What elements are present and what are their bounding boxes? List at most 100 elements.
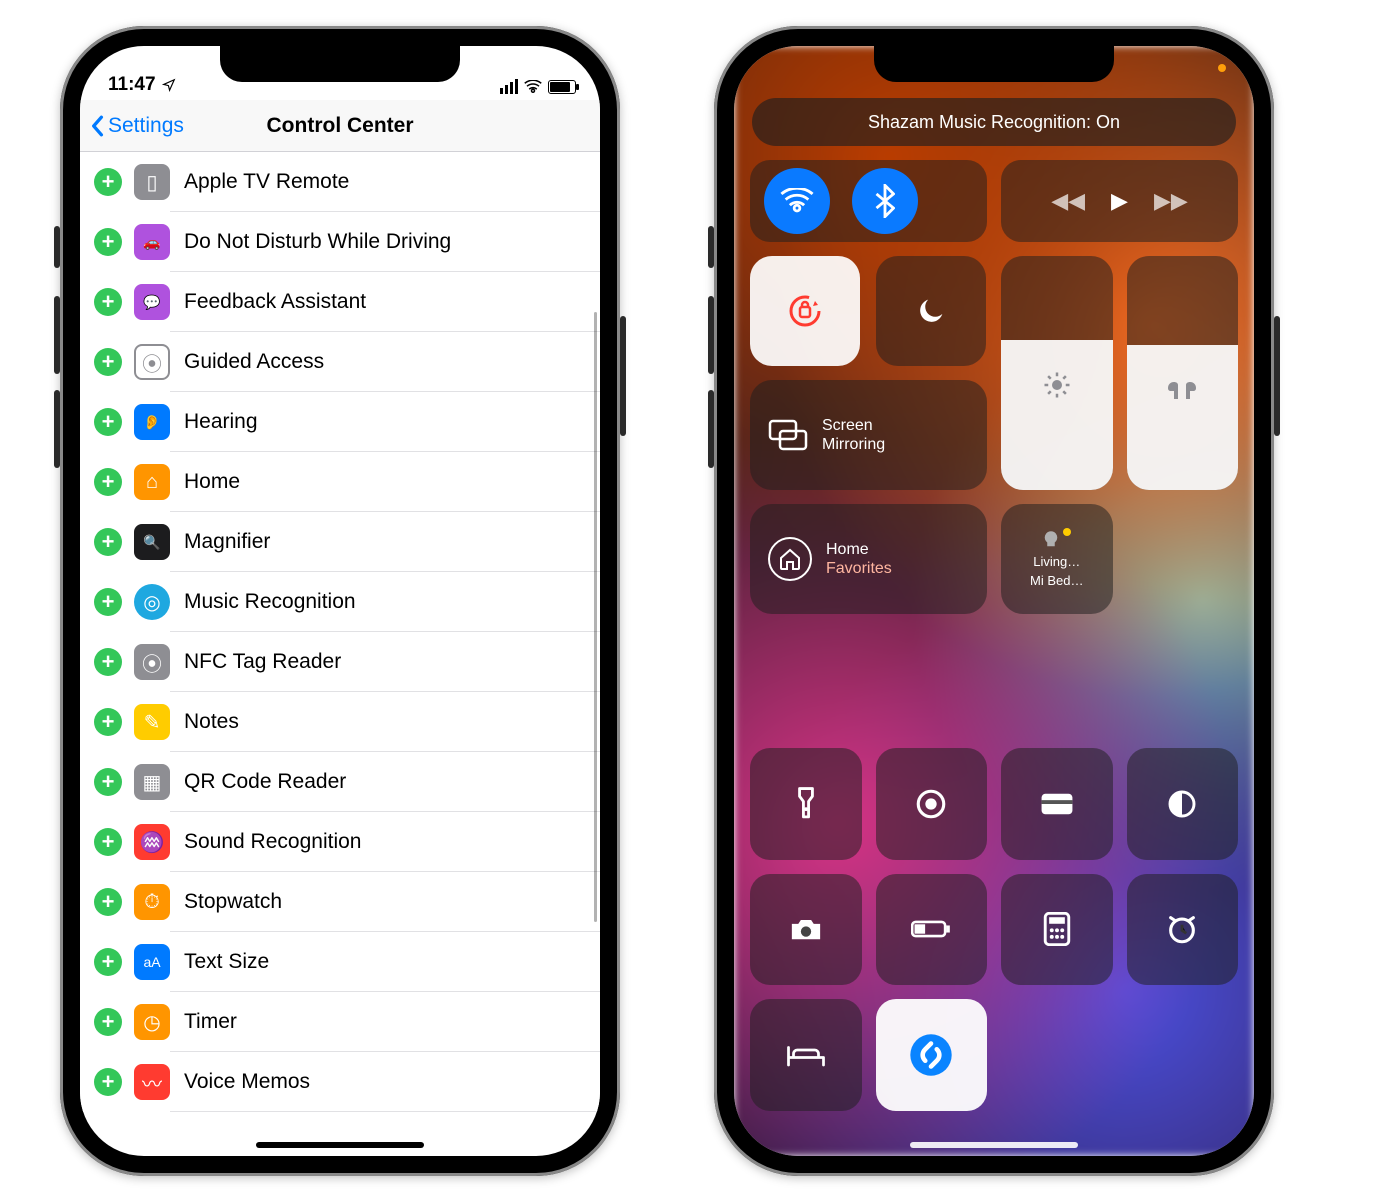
battery-icon [548,80,576,94]
screen-mirroring-icon [768,419,808,451]
volume-slider[interactable] [1127,256,1239,490]
shazam-toast: Shazam Music Recognition: On [752,98,1236,146]
item-label: Stopwatch [184,890,282,914]
connectivity-module[interactable] [750,160,987,242]
screen-mirroring-title: Screen [822,416,885,435]
brightness-slider[interactable] [1001,256,1113,490]
wifi-icon [524,80,542,94]
item-label: Music Recognition [184,590,356,614]
item-label: Apple TV Remote [184,170,349,194]
add-button[interactable]: + [94,228,122,256]
guided-icon: ⦿ [134,344,170,380]
do-not-disturb-toggle[interactable] [876,256,986,366]
rotation-lock-icon [785,291,825,331]
add-button[interactable]: + [94,408,122,436]
alarm-tile[interactable] [1127,874,1239,986]
list-item: +✎Notes [80,692,600,752]
home-indicator[interactable] [910,1142,1078,1148]
list-item: +♒Sound Recognition [80,812,600,872]
scene-line1: Living… [1033,554,1080,569]
phone-frame-left: 11:47 Settings Control Center +▯Apple TV… [60,26,620,1176]
battery-icon [911,918,951,940]
rotation-lock-toggle[interactable] [750,256,860,366]
feedback-icon: 💬 [134,284,170,320]
notch [220,46,460,82]
shazam-tile[interactable] [876,999,988,1111]
airpods-icon [1164,375,1200,405]
home-indicator[interactable] [256,1142,424,1148]
list-item: +◎Music Recognition [80,572,600,632]
screen-left: 11:47 Settings Control Center +▯Apple TV… [80,46,600,1156]
lowpower-tile[interactable] [876,874,988,986]
add-button[interactable]: + [94,648,122,676]
home-icon [768,537,812,581]
list-item: +⦿NFC Tag Reader [80,632,600,692]
back-button[interactable]: Settings [80,114,184,138]
list-item: +◷Timer [80,992,600,1052]
voicememos-icon: 〰 [134,1064,170,1100]
scene-line2: Mi Bed… [1030,573,1083,588]
list-item: + ⌂ Home [80,452,600,512]
phone-frame-right: Shazam Music Recognition: On ◀◀ ▶ [714,26,1274,1176]
qr-icon: ▦ [134,764,170,800]
flashlight-tile[interactable] [750,748,862,860]
remote-icon: ▯ [134,164,170,200]
add-button[interactable]: + [94,288,122,316]
wallet-icon [1039,790,1075,818]
home-scene-tile[interactable]: Living… Mi Bed… [1001,504,1113,614]
add-button[interactable]: + [94,348,122,376]
add-button[interactable]: + [94,528,122,556]
add-button[interactable]: + [94,468,122,496]
add-button[interactable]: + [94,1008,122,1036]
add-button[interactable]: + [94,888,122,916]
more-controls-list[interactable]: +▯Apple TV Remote+🚗Do Not Disturb While … [80,152,600,1112]
calculator-icon [1043,912,1071,946]
alarm-icon [1165,912,1199,946]
screen-mirroring-tile[interactable]: Screen Mirroring [750,380,987,490]
calculator-tile[interactable] [1001,874,1113,986]
media-module[interactable]: ◀◀ ▶ ▶▶ [1001,160,1238,242]
bluetooth-toggle[interactable] [852,168,918,234]
textsize-icon: aA [134,944,170,980]
list-item: +⏱Stopwatch [80,872,600,932]
add-button[interactable]: + [94,1068,122,1096]
sleep-tile[interactable] [750,999,862,1111]
darkmode-icon [1166,788,1198,820]
scroll-indicator[interactable] [594,312,597,922]
list-item: +aAText Size [80,932,600,992]
next-track-icon[interactable]: ▶▶ [1154,188,1188,214]
list-item: +🔍Magnifier [80,512,600,572]
list-item: + ▯ Apple TV Remote [80,152,600,212]
wallet-tile[interactable] [1001,748,1113,860]
notch [874,46,1114,82]
control-center-small-tiles [750,748,1238,1111]
screenrecord-tile[interactable] [876,748,988,860]
home-subtitle: Favorites [826,559,892,578]
item-label: Sound Recognition [184,830,361,854]
add-button[interactable]: + [94,768,122,796]
add-button[interactable]: + [94,828,122,856]
add-button[interactable]: + [94,168,122,196]
list-item: +▦QR Code Reader [80,752,600,812]
home-favorites-tile[interactable]: Home Favorites [750,504,987,614]
item-label: Guided Access [184,350,324,374]
camera-tile[interactable] [750,874,862,986]
control-center: Shazam Music Recognition: On ◀◀ ▶ [734,46,1254,1156]
moon-icon [914,294,948,328]
play-icon[interactable]: ▶ [1111,188,1128,214]
camera-icon [788,915,824,943]
add-button[interactable]: + [94,708,122,736]
item-label: NFC Tag Reader [184,650,341,674]
home-icon: ⌂ [134,464,170,500]
car-icon: 🚗 [134,224,170,260]
item-label: Hearing [184,410,258,434]
notes-icon: ✎ [134,704,170,740]
bed-icon [786,1041,826,1069]
darkmode-tile[interactable] [1127,748,1239,860]
add-button[interactable]: + [94,948,122,976]
item-label: Home [184,470,240,494]
add-button[interactable]: + [94,588,122,616]
prev-track-icon[interactable]: ◀◀ [1051,188,1085,214]
wifi-toggle[interactable] [764,168,830,234]
item-label: Voice Memos [184,1070,310,1094]
